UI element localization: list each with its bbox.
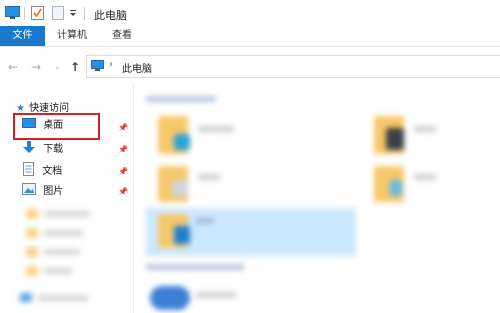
blurred-label (44, 268, 72, 274)
download-icon (23, 141, 35, 153)
title-separator (24, 7, 25, 20)
forward-icon[interactable]: → (31, 60, 41, 74)
properties-icon[interactable] (31, 6, 44, 20)
title-bar: 此电脑 (0, 0, 500, 27)
nav-blurred-items (18, 203, 128, 311)
blurred-label (414, 126, 436, 132)
sidebar-item-pictures[interactable]: 图片 (22, 183, 63, 199)
blurred-label (44, 230, 84, 236)
pane-divider (133, 84, 134, 313)
sidebar-item-label: 文档 (42, 166, 63, 177)
blurred-label (414, 174, 436, 180)
tab-computer[interactable]: 计算机 (52, 26, 92, 46)
cloud-icon (20, 293, 32, 302)
blurred-label (196, 292, 236, 298)
cloud-icon (150, 286, 190, 310)
pin-icon[interactable]: 📌 (118, 145, 128, 154)
sidebar-item-documents[interactable]: 文档 (22, 162, 62, 178)
pin-icon[interactable]: 📌 (118, 167, 128, 176)
folder-overlay-icon (174, 134, 190, 150)
document-icon (23, 162, 34, 176)
up-icon[interactable]: ↑ (70, 60, 80, 74)
tab-file[interactable]: 文件 (0, 26, 45, 46)
picture-icon (22, 183, 36, 195)
window-title: 此电脑 (94, 9, 127, 22)
content-pane-blurred (138, 88, 500, 313)
computer-icon (91, 60, 104, 71)
folder-icon (26, 209, 38, 219)
folder-overlay-icon (174, 226, 190, 244)
blurred-label (44, 249, 80, 255)
tab-view[interactable]: 查看 (104, 26, 140, 46)
folder-icon (26, 266, 38, 276)
blurred-label (198, 126, 234, 132)
group-header (146, 96, 216, 102)
folder-overlay-icon (390, 180, 402, 196)
sidebar-item-label: 图片 (43, 186, 64, 197)
breadcrumb-chevron-icon[interactable]: › (109, 59, 113, 70)
sidebar-item-downloads[interactable]: 下载 (22, 141, 63, 157)
title-separator (84, 7, 85, 20)
sidebar-item-label: 下载 (43, 144, 64, 155)
folder-overlay-icon (172, 180, 188, 196)
breadcrumb[interactable]: 此电脑 (122, 60, 152, 75)
highlight-box (13, 113, 100, 140)
pin-icon[interactable]: 📌 (118, 187, 128, 196)
computer-icon (5, 6, 20, 19)
folder-icon (26, 228, 38, 238)
back-icon[interactable]: ← (8, 60, 18, 74)
pin-icon[interactable]: 📌 (118, 123, 128, 132)
address-bar[interactable]: › 此电脑 (86, 55, 500, 78)
blurred-label (38, 295, 88, 301)
dropdown-icon[interactable] (69, 9, 77, 17)
blurred-label (198, 174, 220, 180)
recent-dropdown-icon[interactable]: ⌄ (54, 62, 61, 71)
blurred-label (196, 218, 214, 224)
folder-overlay-icon (386, 128, 404, 150)
ribbon-tabs: 文件 计算机 查看 (0, 26, 500, 47)
blurred-label (44, 211, 90, 217)
new-folder-icon[interactable] (52, 6, 64, 20)
folder-icon (26, 247, 38, 257)
group-header (146, 264, 244, 270)
